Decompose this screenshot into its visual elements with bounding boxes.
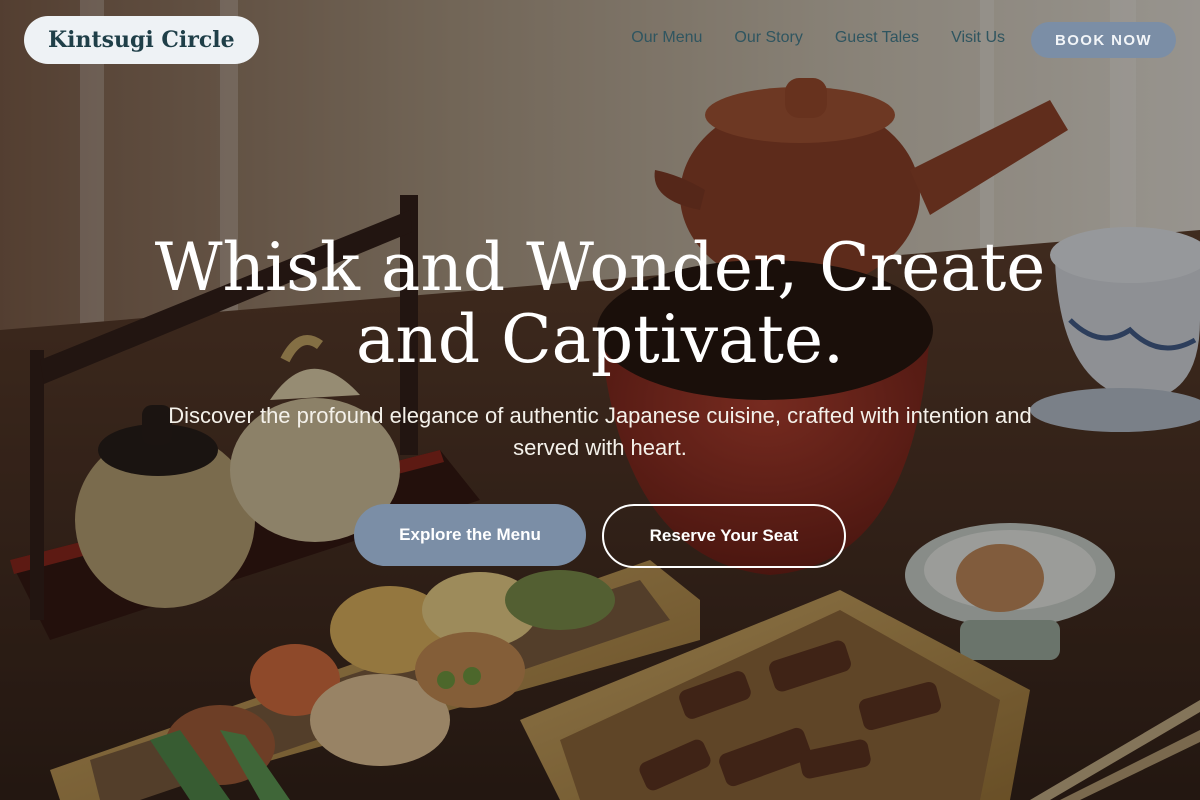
nav-link-our-menu[interactable]: Our Menu [631, 29, 702, 47]
book-now-button[interactable]: BOOK NOW [1030, 22, 1176, 58]
hero-subheading: Discover the profound elegance of authen… [168, 403, 1032, 460]
nav-link-our-story[interactable]: Our Story [734, 29, 802, 47]
hero-headline: Whisk and Wonder, Create and Captivate. [154, 229, 1046, 378]
nav-link-visit-us[interactable]: Visit Us [951, 29, 1005, 47]
reserve-seat-button[interactable]: Reserve Your Seat [602, 504, 846, 568]
main-nav: Our Menu Our Story Guest Tales Visit Us [631, 29, 1005, 47]
brand-logo[interactable]: Kintsugi Circle [24, 16, 259, 64]
explore-menu-button[interactable]: Explore the Menu [354, 504, 586, 566]
nav-link-guest-tales[interactable]: Guest Tales [835, 29, 919, 47]
